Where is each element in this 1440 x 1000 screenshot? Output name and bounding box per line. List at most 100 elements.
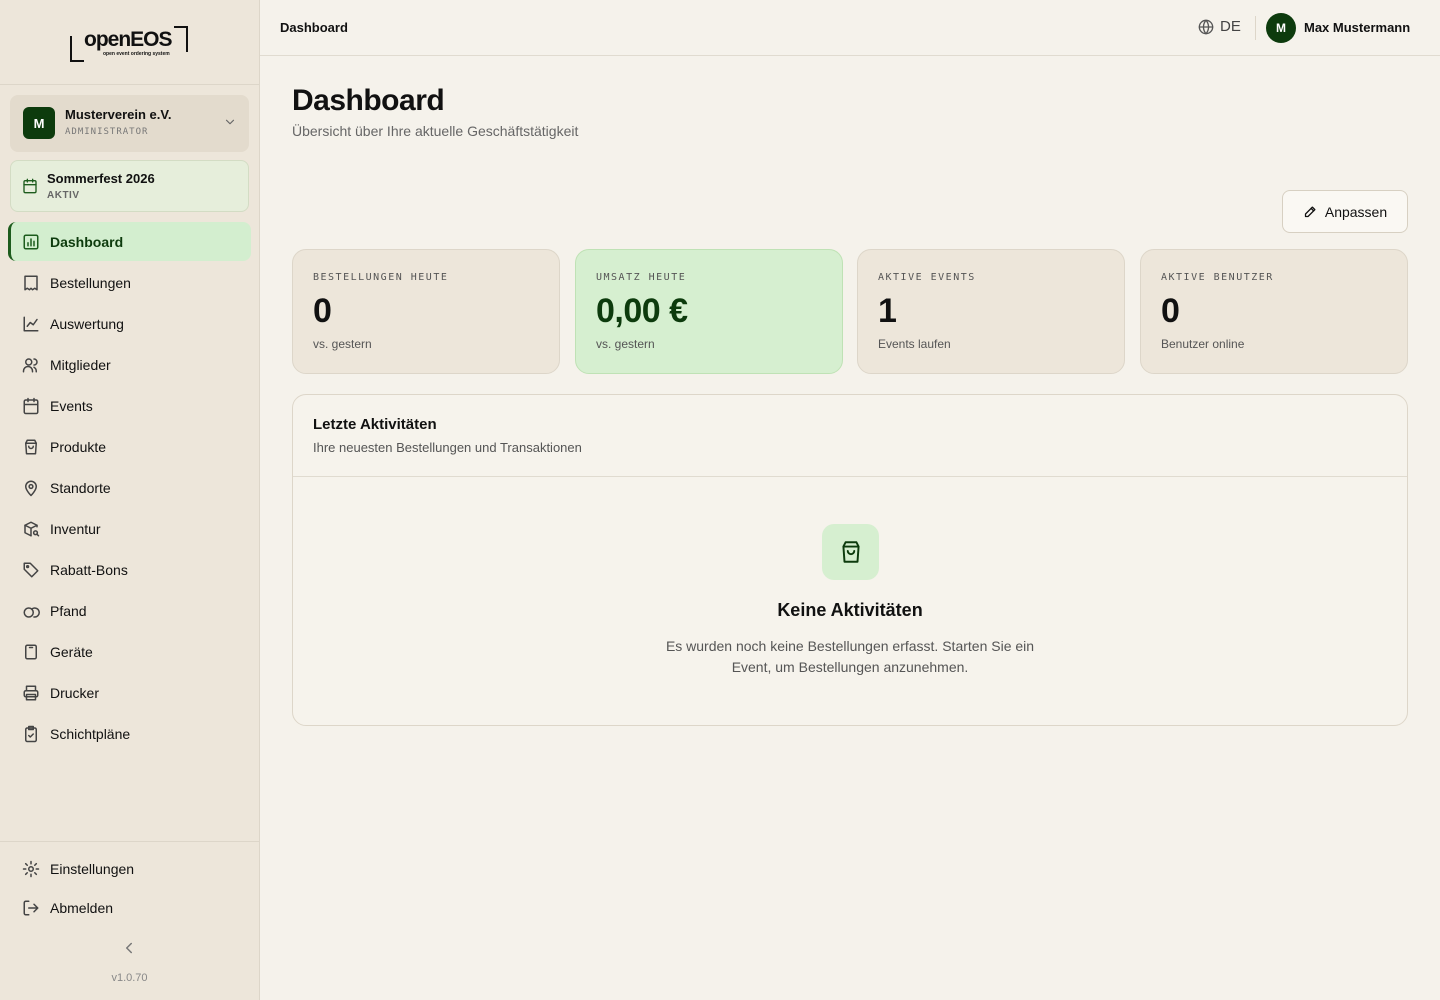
org-avatar: M — [23, 107, 55, 139]
clipboard-check-icon — [25, 725, 37, 742]
sidebar-item-auswertung[interactable]: Auswertung — [8, 304, 251, 343]
logo-bracket-left — [70, 36, 84, 62]
settings-label: Einstellungen — [50, 861, 135, 877]
app-version: v1.0.70 — [111, 972, 148, 984]
top-bar: Dashboard DE M Max Mustermann — [260, 0, 1440, 56]
sidebar-item-rabatt-bons[interactable]: Rabatt-Bons — [8, 550, 251, 589]
kpi-value: 0 — [313, 292, 332, 330]
sidebar-item-produkte[interactable]: Produkte — [8, 427, 251, 466]
sidebar-item-label: Bestellungen — [50, 274, 131, 291]
printer-icon — [23, 685, 39, 700]
kpi-value: 0,00 € — [596, 292, 688, 330]
customize-label: Anpassen — [1324, 203, 1388, 220]
logout-icon — [23, 900, 39, 916]
chevron-down-icon — [225, 119, 235, 125]
kpi-note: vs. gestern — [313, 337, 372, 351]
recent-activity-panel: Letzte Aktivitäten Ihre neuesten Bestell… — [292, 394, 1408, 726]
collapse-sidebar-icon[interactable] — [120, 939, 138, 957]
activity-subtitle: Ihre neuesten Bestellungen und Transakti… — [313, 440, 582, 455]
logo-wordmark: openEOS — [84, 28, 173, 51]
coins-icon — [23, 606, 40, 618]
app-logo[interactable]: openEOS open event ordering system — [70, 24, 190, 64]
calendar-icon — [23, 178, 37, 194]
map-pin-icon — [25, 480, 37, 496]
sidebar-footer: Einstellungen Abmelden v1.0.70 — [0, 841, 259, 984]
header-divider — [1255, 16, 1256, 40]
kpi-revenue-today: UMSATZ HEUTE 0,00 € vs. gestern — [575, 249, 843, 374]
shopping-bag-icon — [841, 541, 860, 563]
sidebar-item-standorte[interactable]: Standorte — [8, 468, 251, 507]
organization-switcher[interactable]: M Musterverein e.V. ADMINISTRATOR — [10, 95, 249, 152]
kpi-label: AKTIVE BENUTZER — [1161, 272, 1274, 283]
globe-icon — [1198, 19, 1214, 34]
chart-bar-icon — [23, 234, 39, 249]
page-subtitle: Übersicht über Ihre aktuelle Geschäftstä… — [292, 123, 579, 139]
sidebar-item-label: Inventur — [50, 520, 101, 537]
sidebar-nav: Dashboard Bestellungen Auswertung Mitgli… — [8, 222, 251, 755]
logout-label: Abmelden — [50, 900, 114, 916]
kpi-active-users: AKTIVE BENUTZER 0 Benutzer online — [1140, 249, 1408, 374]
sidebar-item-mitglieder[interactable]: Mitglieder — [8, 345, 251, 384]
customize-button[interactable]: Anpassen — [1282, 190, 1408, 233]
sidebar-item-label: Dashboard — [50, 233, 124, 250]
shopping-bag-icon — [25, 439, 37, 454]
kpi-label: AKTIVE EVENTS — [878, 272, 976, 283]
event-name: Sommerfest 2026 — [47, 171, 155, 186]
tag-icon — [23, 562, 39, 577]
sidebar-item-einstellungen[interactable]: Einstellungen — [22, 860, 134, 878]
sidebar-item-inventur[interactable]: Inventur — [8, 509, 251, 548]
activity-title: Letzte Aktivitäten — [313, 416, 437, 433]
logout-button[interactable]: Abmelden — [22, 899, 113, 917]
logo-tagline: open event ordering system — [103, 51, 170, 57]
package-search-icon — [24, 521, 40, 536]
logo-area: openEOS open event ordering system — [0, 0, 259, 85]
sidebar-item-bestellungen[interactable]: Bestellungen — [8, 263, 251, 302]
sidebar-item-label: Auswertung — [50, 315, 124, 332]
sidebar: openEOS open event ordering system M Mus… — [0, 0, 260, 1000]
sidebar-item-pfand[interactable]: Pfand — [8, 591, 251, 630]
empty-state-icon-box — [822, 524, 879, 580]
sidebar-item-geraete[interactable]: Geräte — [8, 632, 251, 671]
sidebar-item-events[interactable]: Events — [8, 386, 251, 425]
kpi-label: UMSATZ HEUTE — [596, 272, 687, 283]
org-name: Musterverein e.V. — [65, 107, 172, 122]
sidebar-item-label: Schichtpläne — [50, 725, 131, 742]
sidebar-item-label: Geräte — [50, 643, 93, 660]
empty-state-title: Keine Aktivitäten — [777, 600, 923, 620]
language-switcher[interactable]: DE — [1198, 18, 1241, 35]
sidebar-item-label: Events — [50, 397, 93, 414]
receipt-icon — [24, 275, 38, 290]
sidebar-item-label: Drucker — [50, 684, 100, 701]
activity-header: Letzte Aktivitäten Ihre neuesten Bestell… — [293, 395, 1407, 477]
org-role: ADMINISTRATOR — [65, 127, 149, 137]
pencil-icon — [1304, 206, 1316, 218]
users-icon — [22, 357, 38, 372]
kpi-value: 1 — [878, 292, 897, 330]
kpi-label: BESTELLUNGEN HEUTE — [313, 272, 449, 283]
sidebar-item-drucker[interactable]: Drucker — [8, 673, 251, 712]
sidebar-item-label: Rabatt-Bons — [50, 561, 128, 578]
kpi-note: vs. gestern — [596, 337, 655, 351]
user-avatar[interactable]: M — [1266, 13, 1296, 43]
language-label: DE — [1220, 18, 1241, 35]
sidebar-item-label: Mitglieder — [50, 356, 111, 373]
event-status: AKTIV — [47, 190, 80, 201]
sidebar-item-label: Produkte — [50, 438, 107, 455]
empty-state-text: Es wurden noch keine Bestellungen erfass… — [665, 638, 1035, 675]
kpi-value: 0 — [1161, 292, 1180, 330]
sidebar-item-dashboard[interactable]: Dashboard — [8, 222, 251, 261]
gear-icon — [22, 860, 40, 878]
user-name[interactable]: Max Mustermann — [1304, 20, 1410, 35]
kpi-orders-today: BESTELLUNGEN HEUTE 0 vs. gestern — [292, 249, 560, 374]
breadcrumb: Dashboard — [280, 20, 348, 35]
line-chart-icon — [23, 316, 39, 331]
page-title: Dashboard — [292, 84, 445, 117]
kpi-active-events: AKTIVE EVENTS 1 Events laufen — [857, 249, 1125, 374]
sidebar-item-label: Pfand — [50, 602, 87, 619]
kpi-note: Benutzer online — [1161, 337, 1245, 351]
active-event-card[interactable]: Sommerfest 2026 AKTIV — [10, 160, 249, 212]
sidebar-item-schichtplaene[interactable]: Schichtpläne — [8, 714, 251, 753]
tablet-icon — [25, 644, 37, 659]
kpi-note: Events laufen — [878, 337, 951, 351]
logo-bracket-right — [174, 26, 188, 52]
